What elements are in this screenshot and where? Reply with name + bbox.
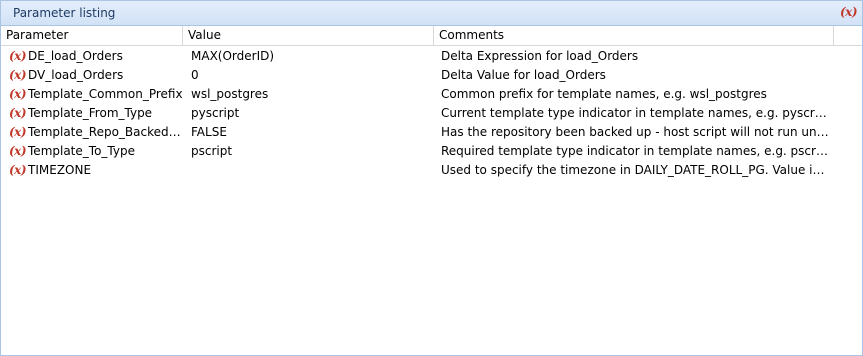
variable-x-icon[interactable]: (x) bbox=[840, 5, 858, 19]
parameter-name: TIMEZONE bbox=[28, 163, 92, 177]
column-header-value[interactable]: Value bbox=[183, 26, 434, 45]
parameter-x-icon: (x) bbox=[9, 163, 27, 177]
table-row[interactable]: (x) TIMEZONE Used to specify the timezone… bbox=[1, 161, 862, 180]
table-row[interactable]: (x) Template_To_Type pscript Required tem… bbox=[1, 142, 862, 161]
parameter-value: pscript bbox=[191, 144, 233, 158]
parameter-name: Template_Common_Prefix bbox=[28, 87, 183, 101]
parameter-x-icon: (x) bbox=[9, 144, 27, 158]
column-header: Parameter Value Comments bbox=[1, 26, 862, 46]
parameter-x-icon: (x) bbox=[9, 87, 27, 101]
parameter-x-icon: (x) bbox=[9, 49, 27, 63]
table-row[interactable]: (x) Template_Common_Prefix wsl_postgres C… bbox=[1, 85, 862, 104]
parameter-list: (x) DE_load_Orders MAX(OrderID) Delta Exp… bbox=[1, 47, 862, 180]
parameter-comment: Used to specify the timezone in DAILY_DA… bbox=[441, 163, 830, 177]
parameter-comment: Has the repository been backed up - host… bbox=[441, 125, 830, 139]
parameter-value bbox=[191, 161, 431, 180]
parameter-comment: Delta Value for load_Orders bbox=[441, 68, 606, 82]
column-header-comments[interactable]: Comments bbox=[434, 26, 834, 45]
table-row[interactable]: (x) DE_load_Orders MAX(OrderID) Delta Exp… bbox=[1, 47, 862, 66]
panel-title: Parameter listing bbox=[13, 6, 116, 20]
parameter-name: DV_load_Orders bbox=[28, 68, 124, 82]
parameter-name: Template_From_Type bbox=[28, 106, 153, 120]
parameter-value: FALSE bbox=[191, 125, 227, 139]
parameter-value: pyscript bbox=[191, 106, 240, 120]
column-header-parameter[interactable]: Parameter bbox=[1, 26, 183, 45]
parameter-x-icon: (x) bbox=[9, 106, 27, 120]
parameter-x-icon: (x) bbox=[9, 68, 27, 82]
parameter-comment: Delta Expression for load_Orders bbox=[441, 49, 639, 63]
parameter-comment: Required template type indicator in temp… bbox=[441, 144, 830, 158]
table-row[interactable]: (x) Template_From_Type pyscript Current t… bbox=[1, 104, 862, 123]
parameter-comment: Common prefix for template names, e.g. w… bbox=[441, 87, 767, 101]
parameter-name: DE_load_Orders bbox=[28, 49, 123, 63]
title-bar: Parameter listing (x) bbox=[1, 1, 862, 26]
parameter-comment: Current template type indicator in templ… bbox=[441, 106, 830, 120]
parameter-value: wsl_postgres bbox=[191, 87, 269, 101]
parameter-name: Template_To_Type bbox=[28, 144, 135, 158]
parameter-name: Template_Repo_Backed_Up bbox=[28, 125, 183, 139]
table-row[interactable]: (x) Template_Repo_Backed_Up FALSE Has the… bbox=[1, 123, 862, 142]
parameter-x-icon: (x) bbox=[9, 125, 27, 139]
parameter-listing-window: Parameter listing (x) Parameter Value Co… bbox=[0, 0, 863, 356]
table-row[interactable]: (x) DV_load_Orders 0 Delta Value for load… bbox=[1, 66, 862, 85]
parameter-value: 0 bbox=[191, 68, 199, 82]
parameter-value: MAX(OrderID) bbox=[191, 49, 275, 63]
